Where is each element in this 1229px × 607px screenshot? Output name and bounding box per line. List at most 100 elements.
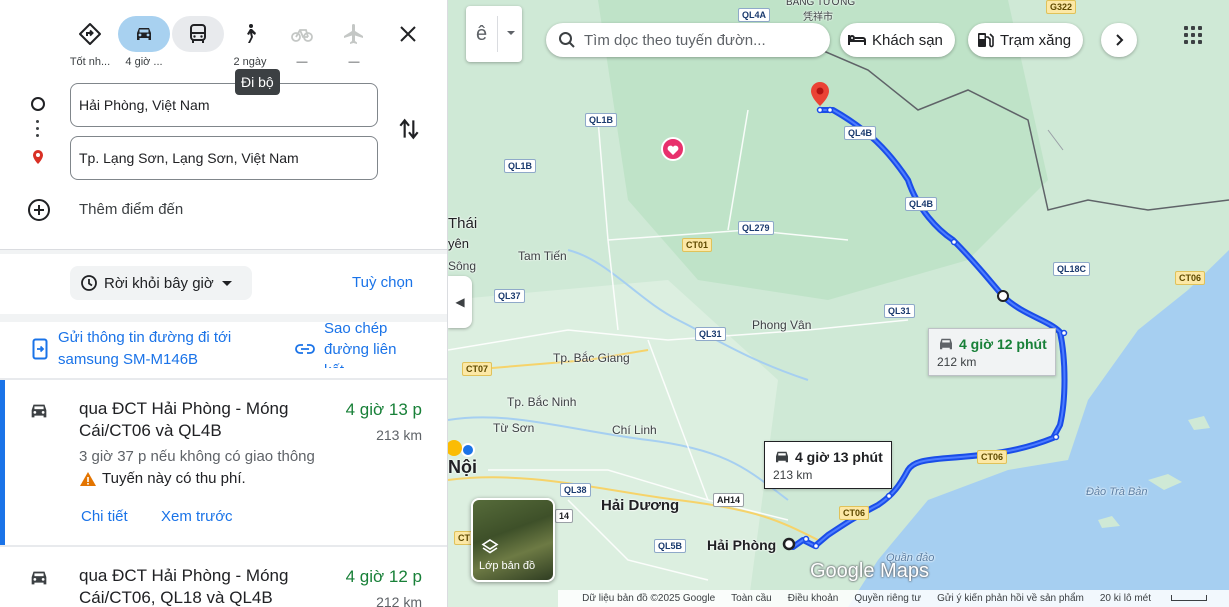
- road-shield: CT06: [1175, 271, 1206, 285]
- bus-icon: [190, 24, 206, 43]
- place-label: Chí Linh: [612, 423, 657, 437]
- map-layers-button[interactable]: Lớp bản đồ: [471, 498, 555, 582]
- road-shield: CT06: [977, 450, 1008, 464]
- place-label: Nội: [448, 457, 477, 477]
- mode-car-button[interactable]: [118, 16, 170, 52]
- terms-link[interactable]: Điều khoản: [788, 593, 839, 604]
- place-label: BẰNG TƯỜNG: [786, 0, 856, 8]
- road-shield: QL1B: [504, 159, 537, 173]
- route-duration: 4 giờ 13 p: [345, 400, 422, 419]
- route-duration: 4 giờ 12 p: [345, 567, 422, 586]
- language-selector[interactable]: ê: [466, 6, 522, 62]
- place-label: Tam Tiến: [518, 249, 567, 263]
- road-shield: QL37: [494, 289, 525, 303]
- route-no-traffic-time: 3 giờ 37 p nếu không có giao thông: [79, 448, 315, 465]
- scale-bar[interactable]: 20 ki lô mét: [1100, 593, 1223, 604]
- route-distance: 212 km: [376, 594, 422, 607]
- place-label: Thái: [448, 215, 478, 232]
- send-to-phone-link[interactable]: Gửi thông tin đường đi tới samsung SM-M1…: [58, 327, 231, 371]
- road-shield: CT07: [462, 362, 493, 376]
- mode-walk-label: 2 ngày: [233, 56, 267, 68]
- search-along-route-input[interactable]: Tìm dọc theo tuyến đườn...: [546, 23, 830, 57]
- layers-icon: [481, 539, 499, 554]
- apps-grid-icon[interactable]: [1184, 26, 1202, 44]
- road-shield: QL5B: [654, 539, 687, 553]
- map-canvas[interactable]: ◀ ê Tìm dọc theo tuyến đườn... Khách sạn…: [448, 0, 1229, 607]
- mode-bike-button[interactable]: [276, 16, 328, 52]
- send-line-2: samsung SM-M146B: [58, 351, 199, 368]
- warning-icon: [80, 471, 96, 486]
- road-shield: QL1B: [585, 113, 618, 127]
- swap-arrows-icon[interactable]: [396, 116, 422, 142]
- send-to-phone-icon[interactable]: [32, 338, 48, 360]
- add-circle-icon: [28, 199, 50, 221]
- hotel-chip-label: Khách sạn: [872, 31, 943, 49]
- copy-line-1: Sao chép: [324, 320, 388, 337]
- collapse-panel-button[interactable]: ◀: [448, 276, 472, 328]
- mode-flight-label: —: [348, 56, 360, 68]
- gas-station-chip[interactable]: Trạm xăng: [968, 23, 1084, 57]
- toll-warning: Tuyến này có thu phí.: [79, 470, 246, 487]
- mode-walk-button[interactable]: [224, 16, 276, 52]
- privacy-link[interactable]: Quyền riêng tư: [854, 593, 921, 604]
- route-option-2[interactable]: qua ĐCT Hải Phòng - Móng Cái/CT06, QL18 …: [0, 547, 447, 607]
- clock-icon: [81, 275, 97, 291]
- dropdown-caret-icon: [221, 280, 232, 286]
- depart-time-dropdown[interactable]: Rời khỏi bây giờ: [70, 266, 252, 300]
- road-shield: QL18C: [1053, 262, 1091, 276]
- mode-best-label: Tốt nh...: [69, 56, 111, 68]
- google-maps-logo: Google Maps: [810, 560, 929, 582]
- car-icon: [776, 451, 788, 463]
- options-link[interactable]: Tuỳ chọn: [352, 274, 413, 291]
- car-icon: [31, 404, 47, 418]
- region-link[interactable]: Toàn cầu: [731, 593, 772, 604]
- waypoint-connector-dots: [36, 120, 40, 140]
- walk-tooltip: Đi bộ: [235, 69, 280, 95]
- mode-bike-label: —: [296, 56, 308, 68]
- mode-transit-button[interactable]: [172, 16, 224, 52]
- search-placeholder: Tìm dọc theo tuyến đườn...: [584, 31, 766, 49]
- directions-panel: Tốt nh... 4 giờ ... 2 ngày — — Đi bộ Hải…: [0, 0, 448, 607]
- road-shield: CT01: [682, 238, 713, 252]
- add-destination-button[interactable]: Thêm điểm đến: [26, 197, 183, 223]
- route-option-1[interactable]: qua ĐCT Hải Phòng - Móng Cái/CT06 và QL4…: [0, 380, 447, 545]
- copy-link-button[interactable]: Sao chép đường liên kết: [324, 318, 396, 368]
- hotel-chip[interactable]: Khách sạn: [840, 23, 955, 57]
- map-footer: Dữ liệu bản đồ ©2025 Google Toàn cầu Điề…: [558, 590, 1229, 607]
- directions-diamond-icon: [79, 23, 101, 45]
- car-icon: [31, 571, 47, 585]
- feedback-link[interactable]: Gửi ý kiến phản hồi về sản phẩm: [937, 593, 1084, 604]
- copy-line-2: đường liên: [324, 341, 397, 358]
- chips-scroll-right-button[interactable]: [1101, 23, 1137, 57]
- bicycle-icon: [291, 29, 313, 42]
- route-distance: 213 km: [376, 427, 422, 443]
- chevron-right-icon: [1116, 34, 1124, 46]
- alt-route-callout[interactable]: 4 giờ 12 phút 212 km: [928, 328, 1056, 376]
- toll-warning-text: Tuyến này có thu phí.: [102, 470, 246, 487]
- add-destination-label: Thêm điểm đến: [79, 201, 184, 218]
- road-shield: QL279: [738, 221, 774, 235]
- road-shield: CT06: [839, 506, 870, 520]
- route-details-link[interactable]: Chi tiết: [81, 508, 128, 525]
- main-route-distance: 213 km: [773, 468, 813, 482]
- chevron-down-icon: [507, 31, 515, 35]
- mode-car-label: 4 giờ ...: [125, 56, 163, 68]
- mode-flight-button[interactable]: [328, 16, 380, 52]
- place-label: yên: [448, 236, 469, 251]
- origin-input[interactable]: Hải Phòng, Việt Nam: [70, 83, 378, 127]
- main-route-callout[interactable]: 4 giờ 13 phút 213 km: [764, 441, 892, 489]
- link-icon[interactable]: [295, 342, 315, 356]
- place-label: Từ Sơn: [493, 421, 535, 435]
- language-selector-label: ê: [476, 22, 488, 45]
- route-preview-link[interactable]: Xem trước: [161, 508, 233, 525]
- place-label: Sông: [448, 259, 477, 273]
- send-line-1: Gửi thông tin đường đi tới: [58, 329, 232, 346]
- destination-input[interactable]: Tp. Lạng Sơn, Lạng Sơn, Việt Nam: [70, 136, 378, 180]
- route-title: qua ĐCT Hải Phòng - Móng Cái/CT06, QL18 …: [79, 566, 289, 607]
- travel-mode-bar: Tốt nh... 4 giờ ... 2 ngày — —: [0, 0, 447, 72]
- close-icon[interactable]: [396, 22, 420, 46]
- road-shield: QL4B: [905, 197, 938, 211]
- mode-best-button[interactable]: [64, 16, 116, 52]
- divider: [0, 249, 447, 254]
- share-row: Gửi thông tin đường đi tới samsung SM-M1…: [30, 320, 447, 374]
